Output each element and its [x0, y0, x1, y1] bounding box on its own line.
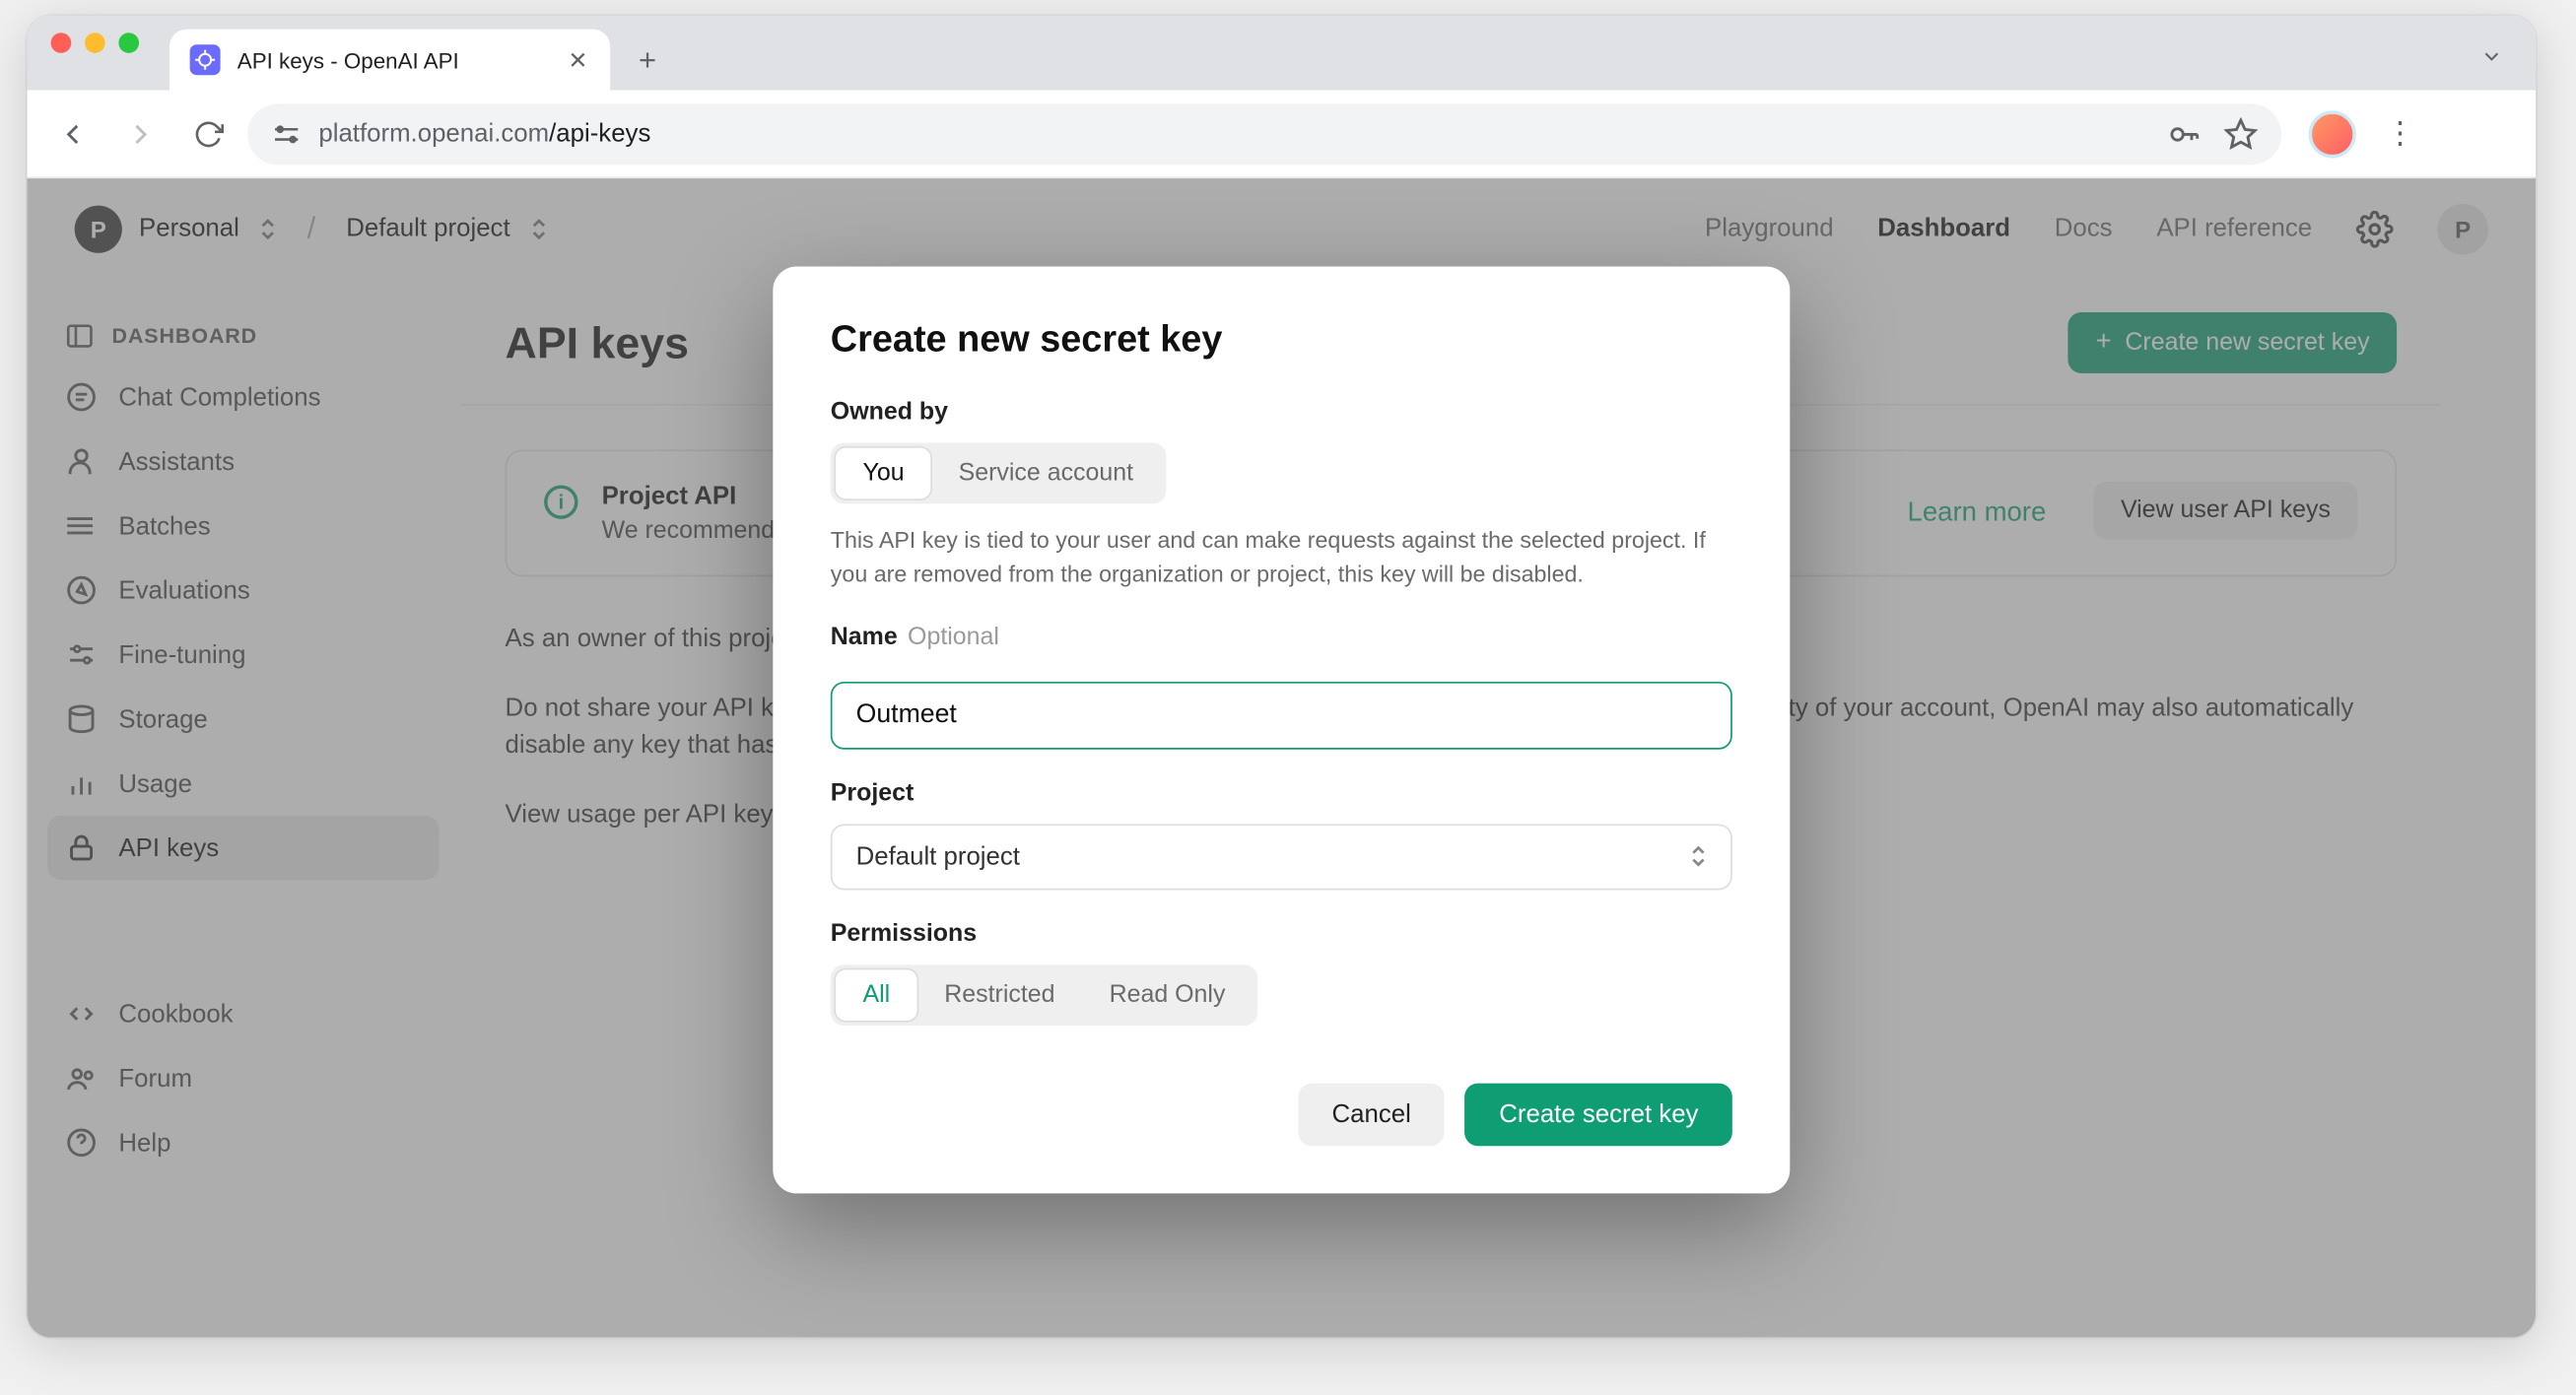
name-input[interactable] — [831, 681, 1732, 749]
forward-button[interactable] — [112, 104, 169, 162]
window-controls — [51, 16, 139, 91]
cancel-button[interactable]: Cancel — [1298, 1083, 1445, 1146]
permissions-segment: All Restricted Read Only — [831, 963, 1257, 1025]
owned-by-segment: You Service account — [831, 442, 1166, 503]
owned-by-you[interactable]: You — [836, 448, 931, 499]
url-text: platform.openai.com/api-keys — [318, 119, 650, 148]
perm-all[interactable]: All — [836, 969, 917, 1021]
perm-readonly[interactable]: Read Only — [1082, 969, 1253, 1021]
tabs-menu-icon[interactable] — [2468, 33, 2515, 80]
perm-restricted[interactable]: Restricted — [917, 969, 1082, 1021]
profile-avatar-icon[interactable] — [2309, 109, 2356, 157]
permissions-label: Permissions — [831, 920, 1732, 948]
new-tab-button[interactable]: + — [624, 36, 671, 84]
page-viewport: P Personal / Default project Playground … — [28, 178, 2537, 1337]
password-icon[interactable] — [2166, 116, 2200, 150]
chevron-updown-icon — [1690, 844, 1707, 868]
owned-by-service[interactable]: Service account — [931, 448, 1160, 499]
bookmark-icon[interactable] — [2224, 116, 2258, 150]
modal-title: Create new secret key — [831, 317, 1732, 362]
name-label: NameOptional — [831, 624, 1732, 651]
tab-title: API keys - OpenAI API — [237, 47, 549, 73]
browser-window: API keys - OpenAI API ✕ + platform.opena… — [28, 16, 2537, 1338]
favicon-icon — [190, 44, 221, 75]
create-key-modal: Create new secret key Owned by You Servi… — [773, 267, 1790, 1193]
create-secret-key-button[interactable]: Create secret key — [1465, 1083, 1732, 1146]
close-window-icon[interactable] — [51, 33, 72, 53]
modal-actions: Cancel Create secret key — [831, 1083, 1732, 1146]
browser-menu-icon[interactable]: ⋮ — [2376, 109, 2423, 157]
browser-tab[interactable]: API keys - OpenAI API ✕ — [169, 30, 610, 91]
maximize-window-icon[interactable] — [118, 33, 139, 53]
tab-strip: API keys - OpenAI API ✕ + — [28, 16, 2537, 91]
back-button[interactable] — [44, 104, 102, 162]
address-bar-row: platform.openai.com/api-keys ⋮ — [28, 91, 2537, 178]
minimize-window-icon[interactable] — [85, 33, 105, 53]
reload-button[interactable] — [179, 104, 237, 162]
site-settings-icon[interactable] — [271, 118, 302, 149]
owned-by-label: Owned by — [831, 399, 1732, 427]
project-select[interactable]: Default project — [831, 824, 1732, 890]
owned-by-help: This API key is tied to your user and ca… — [831, 524, 1732, 593]
project-label: Project — [831, 779, 1732, 807]
project-selected-value: Default project — [856, 842, 1020, 871]
close-tab-icon[interactable]: ✕ — [566, 48, 589, 72]
address-bar[interactable]: platform.openai.com/api-keys — [247, 103, 2281, 165]
